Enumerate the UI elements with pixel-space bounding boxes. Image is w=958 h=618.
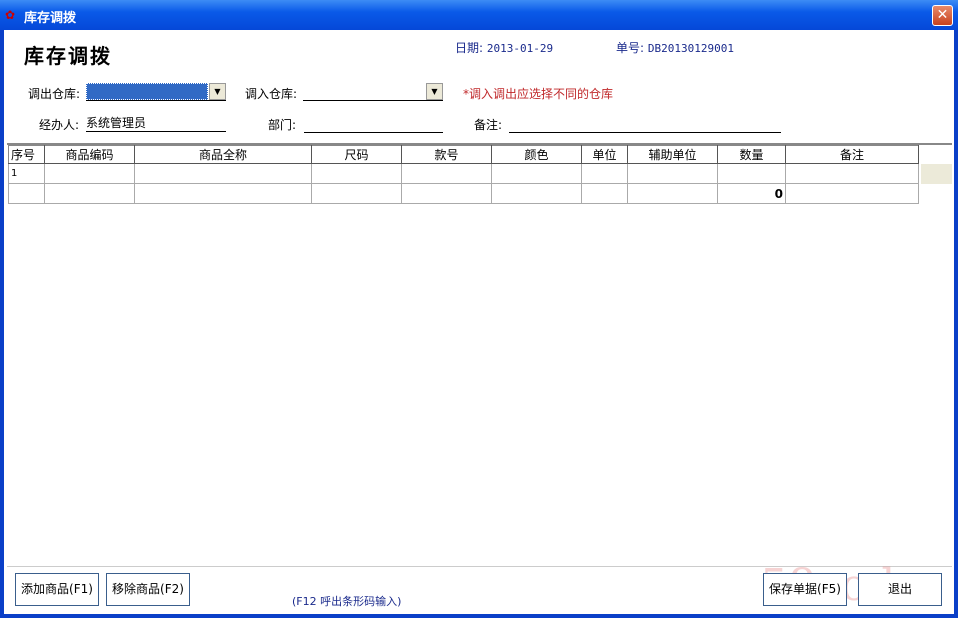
col-header[interactable]: 尺码	[312, 146, 402, 164]
col-header[interactable]: 单位	[582, 146, 628, 164]
cell	[492, 184, 582, 204]
cell	[135, 184, 312, 204]
order-number-label: 单号:	[616, 41, 644, 55]
barcode-hint: (F12 呼出条形码输入)	[292, 593, 401, 609]
table-header: 序号 商品编码 商品全称 尺码 款号 颜色 单位 辅助单位 数量 备注	[9, 146, 919, 164]
dept-field[interactable]	[304, 115, 443, 133]
date-label: 日期:	[455, 41, 483, 55]
col-header[interactable]: 备注	[786, 146, 919, 164]
title-bar: ✿ 库存调拨 ✕	[0, 0, 958, 30]
cell[interactable]: 1	[9, 164, 45, 184]
out-warehouse-label: 调出仓库:	[28, 85, 80, 102]
cell[interactable]	[786, 164, 919, 184]
cell	[582, 184, 628, 204]
col-header[interactable]: 商品全称	[135, 146, 312, 164]
window-title: 库存调拨	[24, 7, 76, 26]
exit-button[interactable]: 退出	[858, 573, 942, 606]
col-header[interactable]: 数量	[718, 146, 786, 164]
cell	[402, 184, 492, 204]
col-header[interactable]: 序号	[9, 146, 45, 164]
handler-field[interactable]: 系统管理员	[86, 114, 226, 132]
out-warehouse-select[interactable]: ▼	[86, 82, 226, 101]
total-row: 0	[9, 184, 919, 204]
cell	[312, 184, 402, 204]
page-title: 库存调拨	[24, 40, 112, 69]
items-table[interactable]: 序号 商品编码 商品全称 尺码 款号 颜色 单位 辅助单位 数量 备注 1	[8, 145, 919, 204]
cell[interactable]	[45, 164, 135, 184]
cell[interactable]	[135, 164, 312, 184]
cell[interactable]	[582, 164, 628, 184]
cell[interactable]	[492, 164, 582, 184]
chevron-down-icon[interactable]: ▼	[209, 83, 226, 100]
cell	[786, 184, 919, 204]
date-value: 2013-01-29	[487, 42, 553, 55]
order-number-value: DB20130129001	[648, 42, 734, 55]
row-indicator	[921, 164, 952, 184]
quantity-total: 0	[718, 184, 786, 204]
col-header[interactable]: 款号	[402, 146, 492, 164]
cell	[45, 184, 135, 204]
col-header[interactable]: 辅助单位	[628, 146, 718, 164]
close-button[interactable]: ✕	[932, 5, 953, 26]
table-row[interactable]: 1	[9, 164, 919, 184]
dept-label: 部门:	[268, 116, 296, 133]
order-number: 单号: DB20130129001	[616, 39, 734, 56]
cell	[9, 184, 45, 204]
date-display: 日期: 2013-01-29	[455, 39, 553, 56]
handler-label: 经办人:	[39, 116, 79, 133]
warehouse-warning: *调入调出应选择不同的仓库	[463, 85, 613, 102]
dialog-body: 库存调拨 日期: 2013-01-29 单号: DB20130129001 调出…	[4, 30, 954, 614]
add-item-button[interactable]: 添加商品(F1)	[15, 573, 99, 606]
cell[interactable]	[718, 164, 786, 184]
remove-item-button[interactable]: 移除商品(F2)	[106, 573, 190, 606]
note-field[interactable]	[509, 115, 781, 133]
cell[interactable]	[628, 164, 718, 184]
in-warehouse-label: 调入仓库:	[245, 85, 297, 102]
col-header[interactable]: 颜色	[492, 146, 582, 164]
cell[interactable]	[402, 164, 492, 184]
in-warehouse-select[interactable]: ▼	[303, 82, 443, 101]
selected-value	[86, 83, 208, 100]
save-button[interactable]: 保存单据(F5)	[763, 573, 847, 606]
app-logo-icon: ✿	[5, 8, 19, 20]
note-label: 备注:	[474, 116, 502, 133]
cell[interactable]	[312, 164, 402, 184]
col-header[interactable]: 商品编码	[45, 146, 135, 164]
chevron-down-icon[interactable]: ▼	[426, 83, 443, 100]
cell	[628, 184, 718, 204]
items-grid[interactable]: 序号 商品编码 商品全称 尺码 款号 颜色 单位 辅助单位 数量 备注 1	[7, 143, 952, 567]
